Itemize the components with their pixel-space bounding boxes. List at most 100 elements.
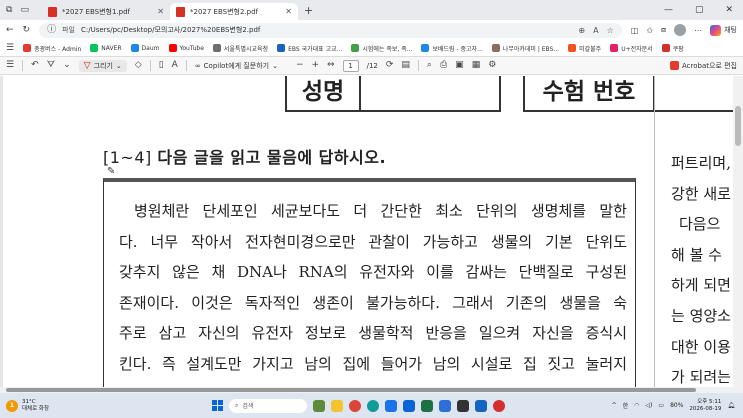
bookmark-favicon-icon xyxy=(421,44,430,52)
vertical-scrollbar[interactable] xyxy=(733,76,743,387)
weather-temp: 31°C xyxy=(22,398,36,405)
zoom-in-icon[interactable]: + xyxy=(312,61,320,70)
favorite-star-icon[interactable]: ☆ xyxy=(607,26,614,35)
eraser-icon[interactable]: ◇ xyxy=(135,61,142,70)
toolbar-divider xyxy=(417,60,419,71)
tray-chevron-icon[interactable]: ^ xyxy=(612,402,617,409)
copilot-icon xyxy=(710,24,722,36)
weather-desc: 대체로 화창 xyxy=(22,405,50,412)
split-screen-icon[interactable]: ◫ xyxy=(631,26,639,35)
excel-icon[interactable] xyxy=(421,399,433,412)
address-bar[interactable]: ⓘ 파일 C:/Users/pc/Desktop/모의고사/2027%20EBS… xyxy=(39,22,622,38)
scrollbar-thumb[interactable] xyxy=(735,106,741,146)
add-text-icon[interactable]: A xyxy=(172,61,178,70)
widgets-app-icon[interactable] xyxy=(313,399,325,412)
acrobat-edit-button[interactable]: Acrobat으로 편집 xyxy=(670,61,737,71)
avatar[interactable] xyxy=(674,24,687,36)
copilot-chat-button[interactable]: 채팅 xyxy=(710,24,737,36)
taskbar-search[interactable]: ⌕ 검색 xyxy=(229,398,307,413)
bookmark-item[interactable]: 나무아카데미 | EBS... xyxy=(491,44,559,53)
youtube-app-icon[interactable] xyxy=(493,399,505,412)
bookmark-item[interactable]: 시험에는 족보, 족... xyxy=(351,44,412,53)
bookmark-item[interactable]: 미갈불주 xyxy=(568,44,601,53)
bookmark-item[interactable]: Daum xyxy=(130,44,160,52)
bookmark-item[interactable]: 서울특별시교육청 xyxy=(212,44,268,53)
search-icon[interactable]: ⌕ xyxy=(427,61,432,70)
page-view-icon[interactable]: ▤ xyxy=(401,61,410,70)
chrome-icon[interactable] xyxy=(349,399,361,412)
rotate-icon[interactable]: ⟳ xyxy=(386,61,394,70)
close-icon[interactable]: ✕ xyxy=(285,7,292,16)
exam-number-box: 수험 번호 xyxy=(523,76,735,112)
workspaces-icon[interactable]: ⧉ xyxy=(6,5,12,15)
volume-icon[interactable]: ◁) xyxy=(645,402,652,409)
close-icon[interactable]: ✕ xyxy=(157,7,164,16)
clock[interactable]: 오후 5:11 2026-08-19 xyxy=(689,399,721,413)
bookmark-item[interactable]: 보배드림 - 중고자... xyxy=(421,44,483,53)
file-explorer-icon[interactable] xyxy=(331,399,343,412)
save-as-icon[interactable]: ▦ xyxy=(472,61,481,70)
new-tab-icon[interactable]: + xyxy=(304,4,313,17)
chevron-down-icon: ⌄ xyxy=(115,61,122,70)
start-windows-icon[interactable] xyxy=(212,400,223,411)
bookmark-item[interactable]: NAVER xyxy=(90,44,122,52)
page-number-input[interactable]: 1 xyxy=(342,59,359,72)
fit-page-icon[interactable]: ⇔ xyxy=(327,61,335,70)
edge-icon[interactable] xyxy=(367,399,379,412)
bookmark-label: NAVER xyxy=(101,44,122,52)
passage-line: 병원체란 단세포인 세균보다도 더 간단한 최소 단위의 생명체를 말한 xyxy=(134,202,627,220)
tab-ebs-2[interactable]: *2027 EBS변형2.pdf ✕ xyxy=(170,3,298,20)
info-icon[interactable]: ⓘ xyxy=(47,25,56,35)
dropdown-chevron-icon[interactable]: ⌄ xyxy=(63,61,71,70)
bookmark-item[interactable]: 쿠팡 xyxy=(661,44,684,53)
terminal-icon[interactable] xyxy=(457,399,469,412)
pdf-viewport[interactable]: 성명 수험 번호 [1~4] 다음 글을 읽고 물음에 답하시오. ✎ 병원체란… xyxy=(0,76,743,387)
scrollbar-thumb[interactable] xyxy=(6,388,696,392)
ask-copilot-button[interactable]: ∞ Copilot에게 질문하기 ⌄ xyxy=(195,61,278,71)
back-icon[interactable]: ← xyxy=(6,25,14,35)
zoom-out-icon[interactable]: − xyxy=(296,61,304,70)
maximize-icon[interactable]: ▢ xyxy=(695,5,704,15)
toolbar-divider xyxy=(149,60,151,71)
refresh-icon[interactable]: ↻ xyxy=(23,25,31,35)
favorites-icon[interactable]: ✩ xyxy=(646,26,653,35)
bookmark-item[interactable]: U+전자문서 xyxy=(610,44,653,53)
contents-icon[interactable]: ☰ xyxy=(6,61,14,70)
bookmark-item[interactable]: EBS 국가대표 고교... xyxy=(277,44,342,53)
reading-list-icon[interactable]: ☰ xyxy=(6,43,14,53)
url-text[interactable]: C:/Users/pc/Desktop/모의고사/2027%20EBS변형2.p… xyxy=(81,25,572,35)
bookmark-label: 시험에는 족보, 족... xyxy=(362,45,413,53)
collections-icon[interactable]: ⧈ xyxy=(661,25,666,35)
weather-widget[interactable]: 1 31°C 대체로 화창 xyxy=(0,399,120,413)
more-icon[interactable]: ⋯ xyxy=(694,26,702,35)
highlight-icon[interactable]: ᗊ xyxy=(47,61,55,70)
photos-icon[interactable] xyxy=(475,399,487,412)
bookmark-item[interactable]: 충광버스 - Admin xyxy=(23,44,81,53)
ime-indicator[interactable]: 한 xyxy=(623,401,629,410)
tab-ebs-1[interactable]: *2027 EBS변형1.pdf ✕ xyxy=(42,3,170,20)
screen: ⧉ ▭ *2027 EBS변형1.pdf ✕ *2027 EBS변형2.pdf … xyxy=(0,0,743,418)
bookmark-favicon-icon xyxy=(351,44,360,52)
save-icon[interactable]: ▣ xyxy=(455,61,464,70)
hwp-icon[interactable] xyxy=(439,399,451,412)
store-icon[interactable] xyxy=(385,399,397,412)
undo-icon[interactable]: ↶ xyxy=(31,61,39,70)
minimize-icon[interactable]: — xyxy=(664,5,673,15)
battery-icon[interactable]: ▭ xyxy=(658,402,664,409)
bookmark-favicon-icon xyxy=(568,44,577,52)
settings-icon[interactable]: ⚙ xyxy=(488,61,496,70)
wifi-icon[interactable]: ◠ xyxy=(634,402,639,409)
read-aloud-icon[interactable]: A xyxy=(593,26,598,35)
right-column-line: 퍼트리며, xyxy=(671,154,731,172)
notification-bell-icon[interactable]: 🔔︎ xyxy=(727,402,735,409)
tab-actions-icon[interactable]: ▭ xyxy=(20,5,29,15)
zoom-icon[interactable]: ⊕ xyxy=(578,26,585,35)
print-icon[interactable]: ⎙ xyxy=(440,61,447,70)
mail-icon[interactable] xyxy=(403,399,415,412)
text-box-icon[interactable]: ▯ xyxy=(159,61,164,70)
draw-button[interactable]: ▽ 그리기 ⌄ xyxy=(78,59,127,72)
bookmark-item[interactable]: YouTube xyxy=(168,44,204,52)
clock-time: 오후 5:11 xyxy=(697,398,722,405)
window-close-icon[interactable]: ✕ xyxy=(725,5,733,15)
passage-line: 존재이다. 이것은 독자적인 생존이 불가능하다. 그래서 기존의 생물을 숙 xyxy=(119,293,627,312)
